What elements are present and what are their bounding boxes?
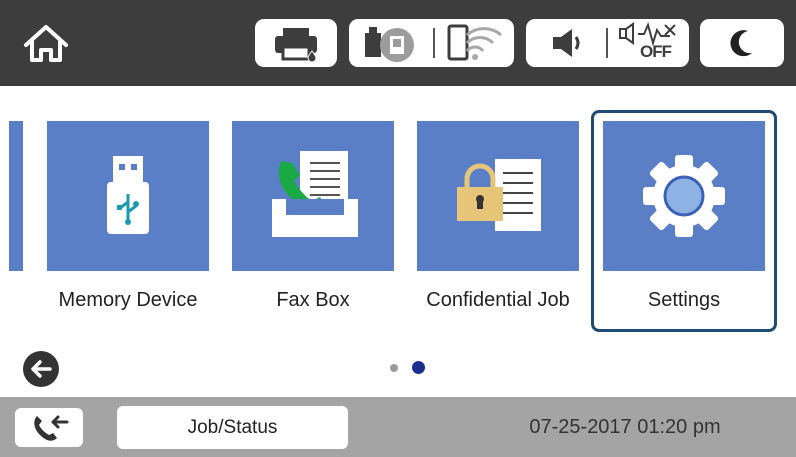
locked-document-icon: [457, 159, 541, 231]
previous-tile-edge[interactable]: [9, 121, 23, 271]
gear-icon: [643, 155, 725, 237]
call-log-button[interactable]: [15, 408, 83, 447]
fax-box-label: Fax Box: [276, 289, 350, 311]
sound-status-button[interactable]: OFF: [526, 19, 689, 67]
settings-label: Settings: [647, 289, 721, 311]
date-time: 07-25-2017 01:20 pm: [529, 416, 721, 438]
home-button[interactable]: [14, 18, 78, 68]
status-bar: OFF: [0, 0, 796, 86]
speaker-icon: [553, 29, 580, 57]
status-separator: [606, 28, 608, 58]
sleep-moon-icon: [730, 30, 752, 57]
sleep-button[interactable]: [700, 19, 784, 67]
page-indicator-1: [390, 364, 398, 372]
job-status-button[interactable]: Job/Status: [117, 406, 348, 449]
confidential-job-label: Confidential Job: [426, 289, 570, 311]
network-status-button[interactable]: [349, 19, 514, 67]
back-arrow-icon: [23, 351, 59, 387]
status-separator: [433, 28, 435, 58]
wired-network-icon: [365, 27, 414, 62]
fax-box-tile[interactable]: [232, 121, 394, 271]
printer-status-button[interactable]: [255, 19, 337, 67]
printer-ink-icon: [275, 28, 317, 63]
settings-tile[interactable]: [603, 121, 765, 271]
memory-device-tile[interactable]: [47, 121, 209, 271]
confidential-job-tile[interactable]: [417, 121, 579, 271]
usb-drive-icon: [107, 156, 149, 234]
memory-device-label: Memory Device: [58, 289, 198, 311]
home-icon: [24, 25, 68, 62]
back-button[interactable]: [22, 350, 60, 388]
wifi-icon: [447, 24, 502, 61]
bottom-bar: Job/Status 07-25-2017 01:20 pm: [0, 397, 796, 457]
fax-box-icon: [272, 151, 358, 237]
page-indicator-2-active: [412, 361, 425, 374]
sound-off-text: OFF: [640, 42, 672, 61]
sound-off-indicator: OFF: [618, 22, 678, 64]
phone-arrow-icon: [34, 415, 69, 441]
